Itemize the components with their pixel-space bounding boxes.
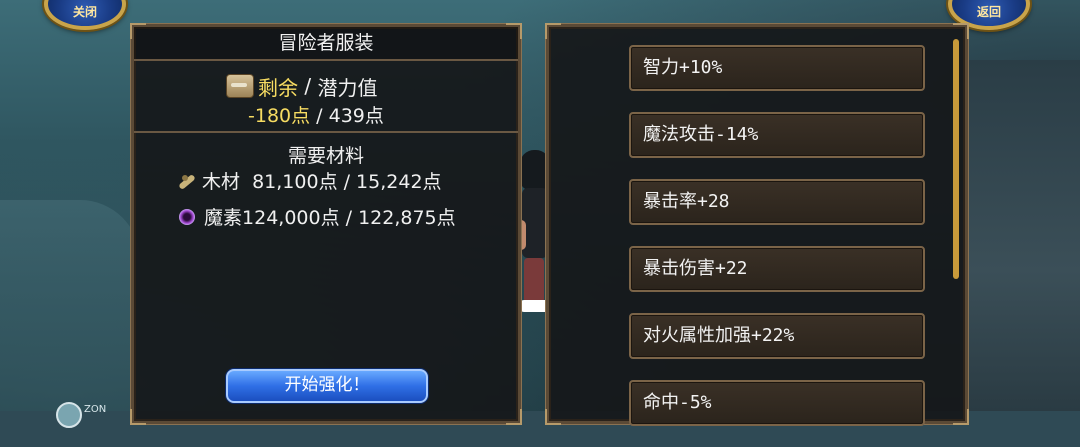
remaining-value: -180点: [248, 105, 311, 127]
bonus-item[interactable]: 暴击伤害+22: [629, 246, 925, 292]
bonus-panel: 智力+10% 魔法攻击-14% 暴击率+28 暴击伤害+22 对火属性加强+22…: [545, 23, 969, 426]
bonus-item[interactable]: 暴击率+28: [629, 179, 925, 225]
panel-corner: [506, 409, 522, 425]
material-row-mana: 魔素 124,000点 / 122,875点: [176, 203, 456, 230]
potential-labels-row: 剩余 / 潜力值: [226, 73, 378, 100]
bonus-item[interactable]: 命中-5%: [629, 380, 925, 426]
panel-corner: [130, 409, 146, 425]
remaining-label: 剩余: [258, 75, 298, 100]
start-enhance-button[interactable]: 开始强化！: [226, 369, 428, 403]
bottom-status-icon: [56, 402, 82, 428]
material-name: 魔素: [204, 207, 243, 229]
potential-value: 439点: [328, 105, 384, 127]
panel-corner: [130, 23, 146, 39]
panel-corner: [506, 23, 522, 39]
bonus-item[interactable]: 魔法攻击-14%: [629, 112, 925, 158]
materials-title: 需要材料: [287, 145, 364, 167]
panel-corner: [953, 409, 969, 425]
close-button-label: 关闭: [72, 5, 97, 19]
potential-separator: /: [298, 74, 318, 98]
bonus-item[interactable]: 对火属性加强+22%: [629, 313, 925, 359]
panel-corner: [545, 23, 561, 39]
potential-label: 潜力值: [317, 75, 378, 100]
material-amount: 124,000点 / 122,875点: [242, 207, 456, 229]
enhance-panel: 冒险者服装 剩余 / 潜力值 -180点 / 439点 需要材料 木材 81,1…: [130, 23, 522, 425]
material-row-wood: 木材 81,100点 / 15,242点: [176, 167, 442, 194]
bonus-scrollbar[interactable]: [953, 39, 959, 279]
potential-value-separator: /: [310, 105, 329, 127]
character-legs: [524, 258, 544, 303]
wood-icon: [176, 171, 196, 191]
material-name: 木材: [202, 171, 241, 193]
material-amount: 81,100点 / 15,242点: [240, 171, 442, 193]
equipment-title: 冒险者服装: [134, 27, 518, 61]
terrain-rock: [960, 60, 1080, 411]
chest-icon: [226, 74, 254, 98]
panel-corner: [953, 23, 969, 39]
back-button-label: 返回: [976, 5, 1001, 19]
potential-values-row: -180点 / 439点: [248, 101, 384, 128]
potential-section: 剩余 / 潜力值 -180点 / 439点: [134, 61, 518, 133]
terrain-hill: [0, 200, 140, 411]
mana-orb-icon: [179, 208, 195, 225]
bonus-item[interactable]: 智力+10%: [629, 45, 925, 91]
bonus-list: 智力+10% 魔法攻击-14% 暴击率+28 暴击伤害+22 对火属性加强+22…: [629, 45, 929, 447]
panel-corner: [545, 409, 561, 425]
bottom-status-text: ZON: [84, 404, 107, 415]
